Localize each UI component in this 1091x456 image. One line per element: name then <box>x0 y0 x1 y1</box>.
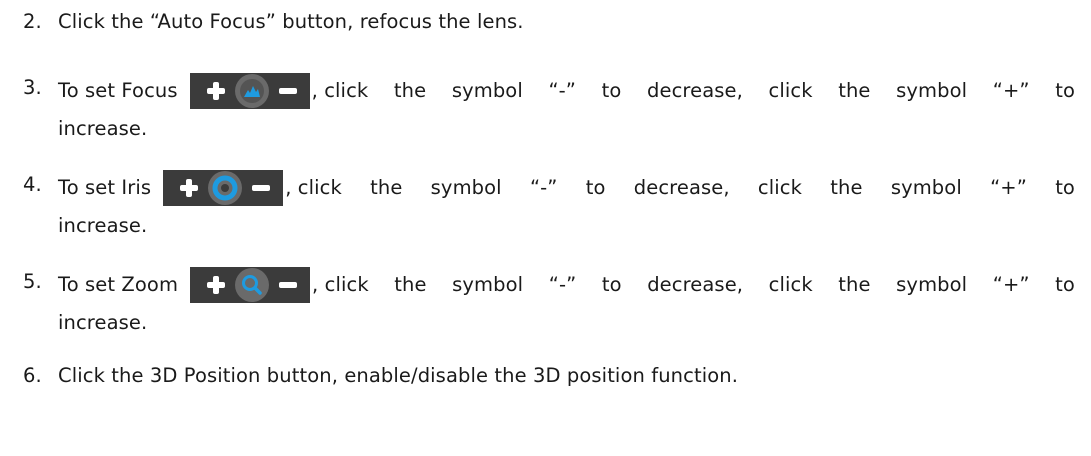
minus-icon <box>276 273 300 297</box>
suffix-word: decrease, <box>647 273 744 296</box>
step-text: To set Zoom , click the symbol “-” to de… <box>58 267 1075 303</box>
suffix-word: click <box>757 176 802 199</box>
step-number: 4. <box>23 173 42 196</box>
suffix-word: to <box>585 176 606 199</box>
suffix-word: the <box>838 79 871 102</box>
suffix-word: the <box>370 176 403 199</box>
suffix-word: “-” <box>548 79 577 102</box>
suffix-word: , click <box>312 273 369 296</box>
step-continuation: increase. <box>58 311 148 334</box>
suffix-word: the <box>838 273 871 296</box>
step-text: To set Iris , click the symbol “-” to de… <box>58 170 1075 206</box>
zoom-control <box>190 267 311 303</box>
focus-control <box>189 73 310 109</box>
minus-icon <box>249 176 273 200</box>
focus-icon <box>234 74 269 108</box>
suffix-word: symbol <box>452 273 524 296</box>
document-page: 2. Click the “Auto Focus” button, refocu… <box>0 0 1091 456</box>
suffix-word: to <box>1055 79 1075 102</box>
step-text: To set Focus , click the symbol “-” to d… <box>58 73 1075 109</box>
minus-icon <box>276 79 300 103</box>
suffix-word: , click <box>285 176 342 199</box>
step-prefix: To set Zoom <box>58 273 179 296</box>
step-prefix: To set Iris <box>58 176 152 199</box>
suffix-word: to <box>1055 176 1075 199</box>
suffix-word: , click <box>311 79 369 102</box>
step-prefix: To set Focus <box>58 79 178 102</box>
step-continuation: increase. <box>58 117 148 140</box>
suffix-word: click <box>768 79 813 102</box>
suffix-word: decrease, <box>647 79 743 102</box>
suffix-word: to <box>601 79 622 102</box>
step-number: 2. <box>23 10 42 33</box>
step-number: 3. <box>23 76 42 99</box>
plus-icon <box>204 79 228 103</box>
suffix-word: “+” <box>992 79 1030 102</box>
suffix-word: the <box>394 273 427 296</box>
step-continuation: increase. <box>58 214 148 237</box>
suffix-word: symbol <box>896 273 968 296</box>
suffix-word: “-” <box>548 273 577 296</box>
suffix-word: symbol <box>896 79 968 102</box>
suffix-word: “+” <box>992 273 1030 296</box>
suffix-word: the <box>393 79 427 102</box>
suffix-word: symbol <box>890 176 962 199</box>
iris-control <box>163 170 284 206</box>
suffix-word: the <box>830 176 863 199</box>
plus-icon <box>204 273 228 297</box>
suffix-word: symbol <box>430 176 502 199</box>
iris-icon <box>208 171 243 205</box>
suffix-word: to <box>601 273 622 296</box>
suffix-word: decrease, <box>633 176 730 199</box>
suffix-word: symbol <box>451 79 523 102</box>
zoom-icon <box>235 268 270 302</box>
suffix-word: “+” <box>990 176 1027 199</box>
step-number: 6. <box>23 364 42 387</box>
step-text: Click the “Auto Focus” button, refocus t… <box>58 10 524 33</box>
suffix-word: click <box>768 273 813 296</box>
plus-icon <box>177 176 201 200</box>
suffix-word: “-” <box>529 176 558 199</box>
step-text: Click the 3D Position button, enable/dis… <box>58 364 738 387</box>
suffix-word: to <box>1055 273 1075 296</box>
step-number: 5. <box>23 270 42 293</box>
